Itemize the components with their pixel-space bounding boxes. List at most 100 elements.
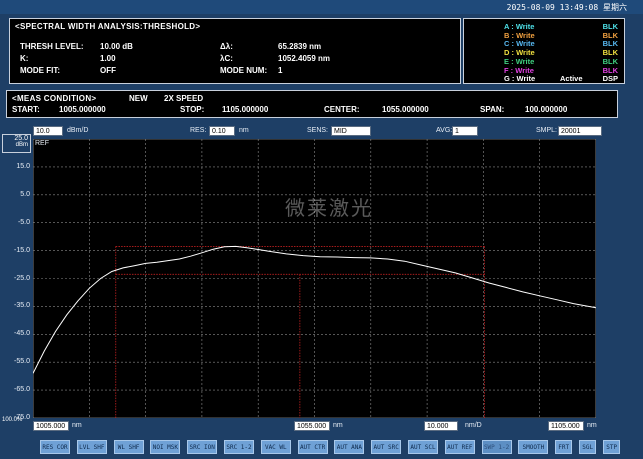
y-tick-label: -5.0 xyxy=(17,218,30,226)
analysis-value: 1 xyxy=(278,66,283,75)
analysis-title: <SPECTRAL WIDTH ANALYSIS:THRESHOLD> xyxy=(15,22,201,31)
softkey-swp-1-2[interactable]: SWP 1-2 xyxy=(481,440,512,454)
clock: 2025-08-09 13:49:08 星期六 xyxy=(506,3,627,12)
trace-name: B : Write xyxy=(504,30,535,40)
trace-mode: Write xyxy=(515,65,534,75)
x-div-field[interactable]: 10.000 xyxy=(424,421,458,431)
trace-mode: Write xyxy=(516,30,535,40)
res-field[interactable]: 0.10 xyxy=(209,126,235,136)
y-tick-label: -15.0 xyxy=(14,246,30,254)
meas-speed: 2X SPEED xyxy=(164,94,204,103)
analysis-label: λC: xyxy=(220,54,233,63)
y-tick-label: -55.0 xyxy=(14,358,30,366)
softkey-bar: RES COR LVL SHF WL SHF NOI MSK SRC ION SRC 1-… xyxy=(0,438,643,458)
avg-label: AVG: xyxy=(436,127,453,134)
span-label: SPAN: xyxy=(480,105,505,114)
trace-name: A : Write xyxy=(504,22,535,31)
analysis-panel: <SPECTRAL WIDTH ANALYSIS:THRESHOLD> THRE… xyxy=(9,18,461,84)
trace-mode: Write xyxy=(515,56,535,66)
softkey-lvl-shf[interactable]: LVL SHF xyxy=(76,440,107,454)
y-tick-label: -35.0 xyxy=(14,302,30,310)
trace-mode: Write xyxy=(516,39,535,49)
x-stop-field[interactable]: 1105.000 xyxy=(548,421,584,431)
ref-box: 25.0 dBm xyxy=(2,134,31,153)
x-div-unit: nm/D xyxy=(465,422,482,429)
y-tick-label: -45.0 xyxy=(14,330,30,338)
status-bar: 2025-08-09 13:49:08 星期六 xyxy=(0,0,643,14)
trace-name: G : Write xyxy=(504,74,536,84)
analysis-value: 65.2839 nm xyxy=(278,42,322,51)
softkey-stp[interactable]: STP xyxy=(603,440,621,454)
softkey-vac-wl[interactable]: VAC WL xyxy=(260,440,291,454)
trace-extra: Active xyxy=(560,74,583,84)
analysis-value: 1052.4059 nm xyxy=(278,54,331,63)
sens-label: SENS: xyxy=(307,127,329,134)
res-label: RES: xyxy=(190,127,207,134)
res-unit: nm xyxy=(239,127,249,134)
smpl-field[interactable]: 20001 xyxy=(558,126,602,136)
softkey-aut-ref[interactable]: AUT REF xyxy=(444,440,475,454)
span-value: 100.000000 xyxy=(525,105,568,114)
trace-name: D : Write xyxy=(504,48,535,58)
center-label: CENTER: xyxy=(324,105,360,114)
analysis-value: OFF xyxy=(100,66,116,75)
y-tick-label: 15.0 xyxy=(16,162,30,170)
softkey-aut-ana[interactable]: AUT ANA xyxy=(334,440,365,454)
y-axis: 25.0 dBm 15.0 5.0 -5.0 -15.0 -25.0 -35.0 -45.0… xyxy=(2,134,32,424)
softkey-aut-src[interactable]: AUT SRC xyxy=(371,440,402,454)
stop-label: STOP: xyxy=(180,105,205,114)
sens-field[interactable]: MID xyxy=(331,126,371,136)
softkey-aut-scl[interactable]: AUT SCL xyxy=(408,440,438,454)
x-start-field[interactable]: 1005.000 xyxy=(33,421,69,431)
spectrum-plot[interactable]: REF xyxy=(33,139,596,418)
trace-state: BLK xyxy=(602,22,618,31)
analysis-label: Δλ: xyxy=(220,42,233,51)
softkey-wl-shf[interactable]: WL SHF xyxy=(113,440,144,454)
softkey-smooth[interactable]: SMOOTH xyxy=(518,440,549,454)
start-label: START: xyxy=(12,105,40,114)
ref-label: REF xyxy=(35,140,49,147)
softkey-src-1-2[interactable]: SRC 1-2 xyxy=(224,440,254,454)
softkey-src-ion[interactable]: SRC ION xyxy=(187,440,218,454)
meas-condition-panel: <MEAS CONDITION> NEW 2X SPEED START: 100… xyxy=(6,90,618,118)
x-axis-readouts: 1005.000 nm 1055.000 nm 10.000 nm/D 1105… xyxy=(0,419,643,433)
trace-state: BLK xyxy=(602,48,618,58)
x-center-field[interactable]: 1055.000 xyxy=(294,421,330,431)
trace-mode: Write xyxy=(515,22,535,31)
x-start-unit: nm xyxy=(72,422,82,429)
y-tick-label: -65.0 xyxy=(14,386,30,394)
start-value: 1005.000000 xyxy=(59,105,106,114)
trace-state: DSP xyxy=(602,74,618,84)
trace-mode: Write xyxy=(516,48,535,58)
scale-field[interactable]: 10.0 xyxy=(33,126,63,136)
scale-unit: dBm/D xyxy=(67,127,89,134)
trace-mode: Write xyxy=(516,74,536,84)
softkey-res-cor[interactable]: RES COR xyxy=(40,440,70,454)
analysis-value: 1.00 xyxy=(100,54,116,63)
softkey-sgl[interactable]: SGL xyxy=(579,440,597,454)
analysis-value: 10.00 dB xyxy=(100,42,133,51)
softkey-frt[interactable]: FRT xyxy=(555,440,573,454)
trace-state: BLK xyxy=(602,56,618,66)
trace-name: E : Write xyxy=(504,56,535,66)
meas-title: <MEAS CONDITION> xyxy=(12,94,97,103)
ref-value: 25.0 xyxy=(14,135,28,142)
softkey-aut-ctr[interactable]: AUT CTR xyxy=(297,440,328,454)
trace-g-line xyxy=(33,245,596,374)
avg-field[interactable]: 1 xyxy=(452,126,478,136)
trace-state: BLK xyxy=(602,65,618,75)
y-tick-label: 5.0 xyxy=(20,190,30,198)
trace-panel: A : Write BLK B : Write BLK C : Write BLK D : … xyxy=(463,18,625,84)
ref-unit: dBm xyxy=(15,142,28,148)
analysis-label: MODE FIT: xyxy=(20,66,60,75)
analysis-label: MODE NUM: xyxy=(220,66,268,75)
watermark: 微莱激光 xyxy=(285,196,373,220)
spectrum-svg xyxy=(33,139,596,418)
trace-state: BLK xyxy=(602,39,618,49)
trace-name: C : Write xyxy=(504,39,535,49)
softkey-noi-msk[interactable]: NOI MSK xyxy=(150,440,181,454)
analysis-label: THRESH LEVEL: xyxy=(20,42,84,51)
center-value: 1055.000000 xyxy=(382,105,429,114)
stop-value: 1105.000000 xyxy=(222,105,269,114)
x-center-unit: nm xyxy=(333,422,343,429)
